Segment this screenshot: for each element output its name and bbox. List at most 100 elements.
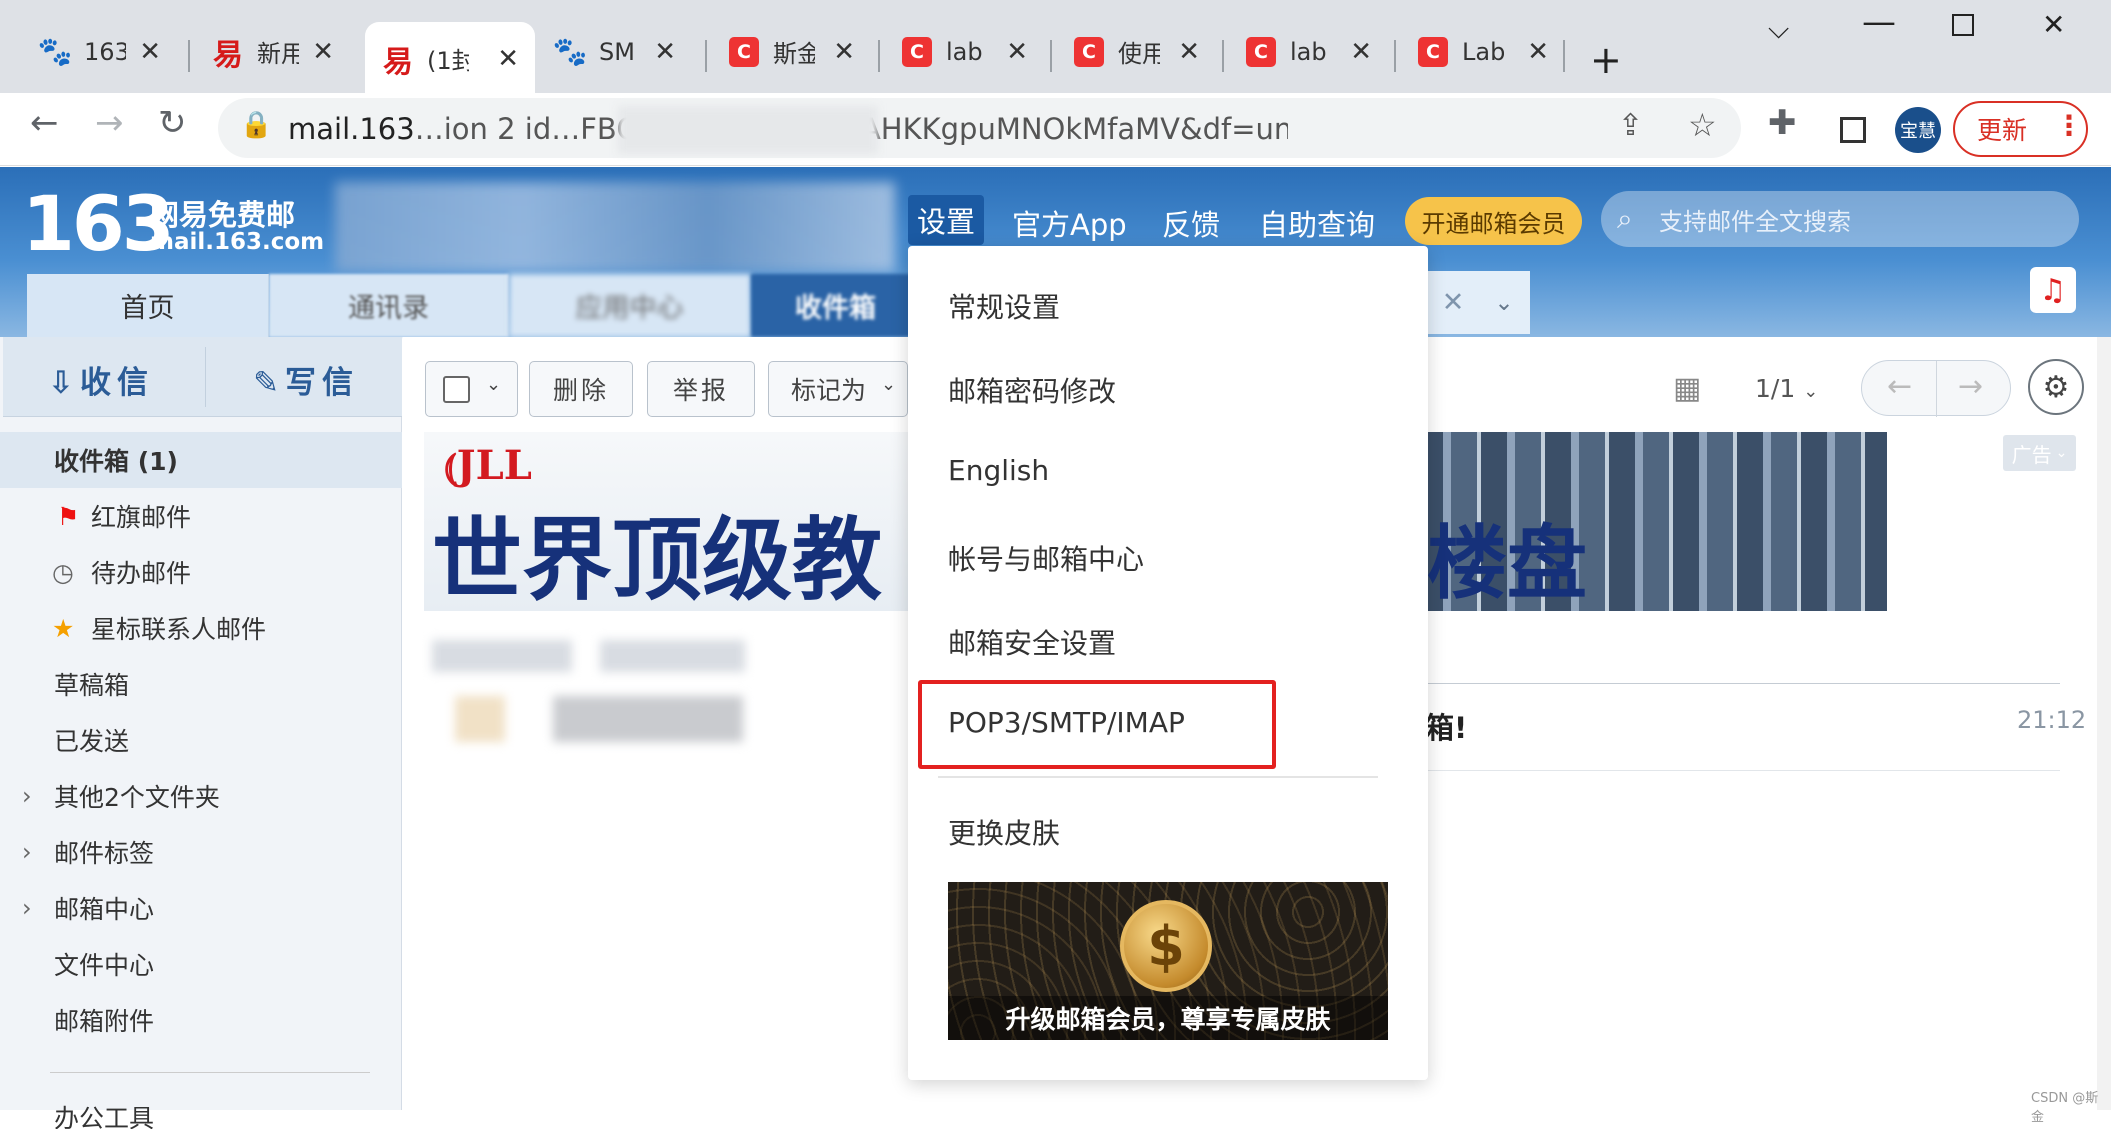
close-tab-icon[interactable]: ✕ bbox=[139, 37, 161, 67]
close-tab-icon[interactable]: ✕ bbox=[312, 37, 334, 67]
compose-label: 写信 bbox=[284, 365, 359, 401]
compose-button[interactable]: ✎写信 bbox=[253, 357, 359, 402]
update-button[interactable]: 更新 ⋮ bbox=[1953, 101, 2088, 157]
close-tab-icon[interactable]: ✕ bbox=[1178, 37, 1200, 67]
prev-page-icon[interactable]: ← bbox=[1887, 369, 1912, 404]
browser-tab-7[interactable]: C 使用 ✕ bbox=[1056, 20, 1216, 83]
forward-icon[interactable]: → bbox=[95, 103, 124, 143]
page-indicator[interactable]: 1/1 ⌄ bbox=[1755, 374, 1818, 403]
folder-inbox[interactable]: 收件箱 (1) bbox=[0, 432, 402, 488]
menu-general-settings[interactable]: 常规设置 bbox=[948, 286, 1060, 326]
music-note-icon[interactable]: ♫ bbox=[2030, 267, 2076, 313]
browser-tab-6[interactable]: C lab ✕ bbox=[884, 20, 1044, 83]
profile-avatar[interactable]: 宝慧 bbox=[1895, 107, 1941, 153]
skin-promo-banner[interactable]: $ 升级邮箱会员，尊享专属皮肤 bbox=[948, 882, 1388, 1040]
ad-label[interactable]: 广告 ⌄ bbox=[2003, 435, 2076, 471]
tab-list-chevron-icon[interactable]: ⌄ bbox=[1478, 271, 1530, 334]
share-icon[interactable]: ⇪ bbox=[1618, 108, 1643, 143]
chevron-right-icon[interactable]: › bbox=[22, 838, 32, 866]
close-tab-icon[interactable]: ✕ bbox=[833, 37, 855, 67]
close-tab-icon[interactable]: ✕ bbox=[497, 44, 519, 74]
folder-label: 办公工具 bbox=[54, 1104, 155, 1129]
menu-change-password[interactable]: 邮箱密码修改 bbox=[948, 370, 1116, 410]
chevron-right-icon[interactable]: › bbox=[22, 894, 32, 922]
mail-subject[interactable]: 箱! bbox=[1425, 705, 1467, 747]
folder-flagged[interactable]: ⚑ 红旗邮件 bbox=[0, 488, 402, 544]
tab-inbox[interactable]: 收件箱 bbox=[751, 274, 921, 337]
close-tab-icon[interactable]: ✕ bbox=[1527, 37, 1549, 67]
browser-tab-1[interactable]: 🐾 163 ✕ bbox=[22, 20, 177, 83]
folder-tags[interactable]: › 邮件标签 bbox=[0, 824, 402, 880]
receive-button[interactable]: ⇩收信 bbox=[48, 357, 154, 402]
report-button[interactable]: 举报 bbox=[647, 361, 755, 417]
update-label: 更新 bbox=[1977, 116, 2028, 145]
csdn-icon: C bbox=[902, 36, 932, 67]
tab-apps[interactable]: 应用中心 bbox=[509, 274, 751, 337]
folder-attachments[interactable]: 邮箱附件 bbox=[0, 992, 402, 1048]
folder-other[interactable]: › 其他2个文件夹 bbox=[0, 768, 402, 824]
folder-drafts[interactable]: 草稿箱 bbox=[0, 656, 402, 712]
tab-search-chevron-icon[interactable]: ⌵ bbox=[1768, 12, 1789, 46]
folder-todo[interactable]: ◷ 待办邮件 bbox=[0, 544, 402, 600]
bookmark-star-icon[interactable]: ☆ bbox=[1688, 106, 1717, 144]
reload-icon[interactable]: ↻ bbox=[158, 103, 187, 143]
nav-self-service[interactable]: 自助查询 bbox=[1259, 202, 1375, 244]
new-tab-icon[interactable]: + bbox=[1590, 38, 1622, 82]
nav-feedback[interactable]: 反馈 bbox=[1162, 202, 1220, 244]
nav-official-app[interactable]: 官方App bbox=[1012, 202, 1127, 244]
nav-settings[interactable]: 设置 bbox=[908, 195, 985, 245]
watermark: CSDN @斯金 bbox=[2031, 1091, 2099, 1125]
side-panel-icon[interactable] bbox=[1840, 117, 1866, 143]
folder-starred[interactable]: ★ 星标联系人邮件 bbox=[0, 600, 402, 656]
tab-title: 163 bbox=[84, 37, 126, 66]
folder-label: 邮箱中心 bbox=[54, 895, 155, 924]
scrollbar[interactable] bbox=[2097, 337, 2111, 1110]
folder-mail-center[interactable]: › 邮箱中心 bbox=[0, 880, 402, 936]
browser-tab-2[interactable]: 易 新用 ✕ bbox=[195, 20, 350, 83]
select-all-dropdown[interactable]: ⌄ bbox=[425, 361, 518, 417]
url-host: mail.163 bbox=[288, 112, 415, 146]
csdn-icon: C bbox=[1418, 36, 1448, 67]
menu-english[interactable]: English bbox=[948, 454, 1049, 487]
folder-office-tools[interactable]: 办公工具 bbox=[0, 1089, 402, 1129]
redacted-row bbox=[432, 640, 572, 672]
mark-as-dropdown[interactable]: 标记为 ⌄ bbox=[768, 361, 908, 417]
redacted-avatar bbox=[455, 696, 505, 742]
close-tab-icon[interactable]: ✕ bbox=[654, 37, 676, 67]
maximize-icon[interactable] bbox=[1952, 14, 1974, 36]
browser-tab-3-active[interactable]: 易 (1封 ✕ bbox=[365, 22, 535, 95]
menu-change-skin[interactable]: 更换皮肤 bbox=[948, 812, 1060, 852]
compose-bar: ⇩收信 ✎写信 bbox=[3, 337, 402, 417]
tab-contacts[interactable]: 通讯录 bbox=[269, 274, 509, 337]
back-icon[interactable]: ← bbox=[30, 103, 59, 143]
more-menu-icon[interactable]: ⋮ bbox=[2055, 109, 2083, 142]
tab-home[interactable]: 首页 bbox=[27, 274, 269, 337]
browser-tab-9[interactable]: C Lab ✕ bbox=[1400, 20, 1565, 83]
download-tray-icon: ⇩ bbox=[48, 365, 80, 401]
chevron-down-icon[interactable]: ⌄ bbox=[486, 374, 504, 395]
address-bar[interactable]: 🔒 mail.163…ion 2 id…FBOVIeXKwnsAyiGTAHKK… bbox=[218, 98, 1741, 158]
window-close-icon[interactable]: ✕ bbox=[2042, 8, 2065, 41]
folder-sent[interactable]: 已发送 bbox=[0, 712, 402, 768]
browser-tab-5[interactable]: C 斯金 ✕ bbox=[711, 20, 871, 83]
close-tab-icon[interactable]: ✕ bbox=[1350, 37, 1372, 67]
next-page-icon[interactable]: → bbox=[1958, 369, 1983, 404]
menu-security-settings[interactable]: 邮箱安全设置 bbox=[948, 622, 1116, 662]
minimize-icon[interactable]: — bbox=[1862, 2, 1896, 42]
select-all-checkbox[interactable] bbox=[443, 376, 470, 403]
chevron-right-icon[interactable]: › bbox=[22, 782, 32, 810]
close-module-tab-icon[interactable]: ✕ bbox=[1428, 271, 1478, 334]
extensions-icon[interactable]: ✚ bbox=[1768, 103, 1797, 143]
gear-icon[interactable]: ⚙ bbox=[2028, 359, 2084, 415]
close-tab-icon[interactable]: ✕ bbox=[1006, 37, 1028, 67]
vip-button[interactable]: 开通邮箱会员 bbox=[1405, 197, 1582, 245]
browser-tab-4[interactable]: 🐾 SM ✕ bbox=[537, 20, 692, 83]
mail-search-input[interactable]: ⌕ 支持邮件全文搜索 bbox=[1601, 191, 2079, 247]
calendar-icon[interactable]: ▦ bbox=[1673, 371, 1701, 406]
browser-tab-8[interactable]: C lab ✕ bbox=[1228, 20, 1388, 83]
lock-icon: 🔒 bbox=[240, 110, 273, 140]
folder-file-center[interactable]: 文件中心 bbox=[0, 936, 402, 992]
tab-title: SM bbox=[599, 37, 635, 66]
menu-account-center[interactable]: 帐号与邮箱中心 bbox=[948, 538, 1144, 578]
delete-button[interactable]: 删除 bbox=[529, 361, 633, 417]
